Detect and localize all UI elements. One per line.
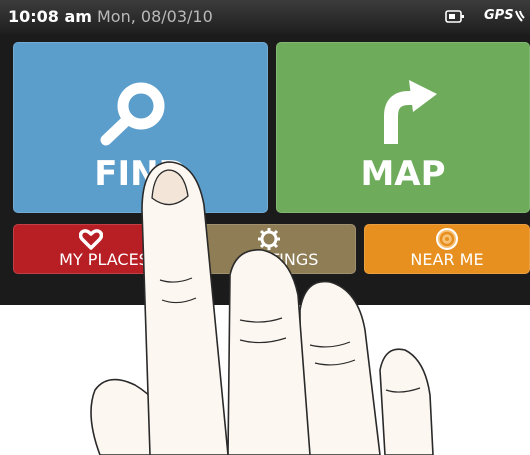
pointing-hand-illustration xyxy=(90,161,434,455)
